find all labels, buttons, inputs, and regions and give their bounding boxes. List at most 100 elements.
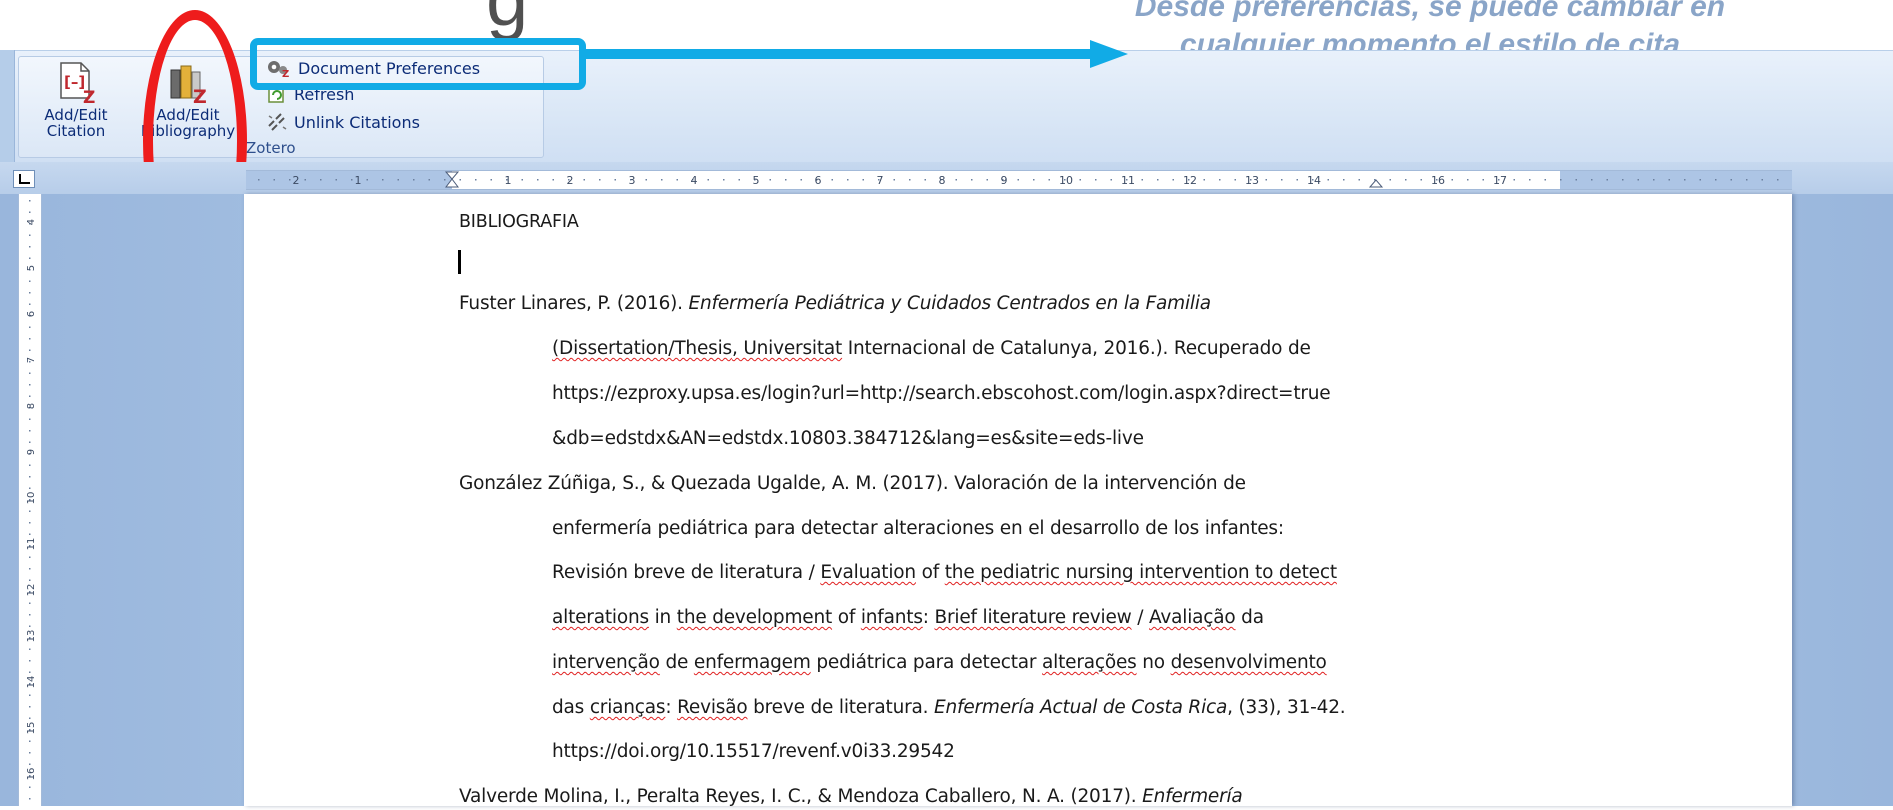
ruler-dot	[29, 579, 31, 581]
ruler-dot	[1668, 179, 1670, 181]
ribbon-edge	[0, 50, 15, 162]
ruler-number: 14	[1307, 174, 1321, 187]
ruler-dot	[1467, 179, 1469, 181]
entry-1-title: Enfermería Pediátrica y Cuidados Centrad…	[688, 293, 1212, 314]
zotero-group-label: Zotero	[246, 139, 296, 157]
tab-selector-button[interactable]	[13, 170, 35, 188]
ruler-number: 7	[877, 174, 884, 187]
ruler-dot	[29, 464, 31, 466]
add-edit-citation-button[interactable]: [–] Z Add/Edit Citation	[22, 60, 130, 139]
ruler-dot	[29, 292, 31, 294]
ruler-dot	[971, 179, 973, 181]
ruler-dot	[1172, 179, 1174, 181]
add-citation-icon: [–] Z	[60, 62, 95, 108]
ruler-number: 13	[26, 630, 37, 643]
ruler-dot	[29, 625, 31, 627]
ruler-dot	[1095, 179, 1097, 181]
ruler-dot	[785, 179, 787, 181]
ruler-dot	[661, 179, 663, 181]
ruler-dot	[1203, 179, 1205, 181]
ruler-dot	[1730, 179, 1732, 181]
ruler-dot	[29, 763, 31, 765]
ruler-dot	[738, 179, 740, 181]
ruler-number: 9	[26, 449, 37, 455]
ruler-dot	[583, 179, 585, 181]
entry-1-type: (Dissertation/Thesis	[552, 338, 732, 359]
ruler-dot	[847, 179, 849, 181]
ruler-dot	[29, 280, 31, 282]
right-indent-marker[interactable]	[1368, 179, 1384, 188]
ruler-dot	[1079, 179, 1081, 181]
ruler-number: 17	[1493, 174, 1507, 187]
entry-1-url-line-1[interactable]: https://ezproxy.upsa.es/login?url=http:/…	[552, 383, 1331, 404]
ruler-dot	[1746, 179, 1748, 181]
ruler-dot	[29, 349, 31, 351]
entry-1-url-line-2[interactable]: &db=edstdx&AN=edstdx.10803.384712&lang=e…	[552, 428, 1144, 449]
ruler-dot	[1048, 179, 1050, 181]
document-preferences-highlight	[250, 38, 586, 90]
ruler-dot	[1560, 179, 1562, 181]
vertical-ruler[interactable]: 4 5 6 7 8 9 10 11 12 13 14 15 16	[18, 194, 42, 806]
ruler-number: 6	[815, 174, 822, 187]
ruler-dot	[537, 179, 539, 181]
ruler-number: 15	[26, 722, 37, 735]
ruler-dot	[986, 179, 988, 181]
ruler-dot	[366, 179, 368, 181]
entry-2-line-6: das crianças: Revisão breve de literatur…	[552, 697, 1346, 718]
ruler-number: 8	[939, 174, 946, 187]
ruler-dot	[29, 303, 31, 305]
ruler-number: 13	[1245, 174, 1259, 187]
horizontal-ruler[interactable]: 2 1 1 2 3 4 5 6 7 8 9 10 11 12 13 14 16 17	[246, 170, 1792, 190]
entry-1-authors: Fuster Linares, P. (2016).	[459, 293, 689, 314]
ruler-number: 4	[26, 219, 37, 225]
unlink-citations-label: Unlink Citations	[294, 112, 420, 132]
ruler-dot	[1622, 179, 1624, 181]
ruler-dot	[29, 326, 31, 328]
ruler-dot	[335, 179, 337, 181]
first-line-indent-marker[interactable]	[444, 171, 460, 188]
ruler-dot	[862, 179, 864, 181]
unlink-icon	[268, 113, 287, 131]
bibliography-heading: BIBLIOGRAFIA	[459, 212, 579, 232]
unlink-citations-button[interactable]: Unlink Citations	[266, 112, 420, 132]
text-cursor	[458, 250, 461, 274]
ruler-dot	[1761, 179, 1763, 181]
ruler-dot	[29, 246, 31, 248]
ruler-dot	[29, 740, 31, 742]
ruler-number: 7	[26, 357, 37, 363]
ruler-dot	[320, 179, 322, 181]
entry-2-line-1: González Zúñiga, S., & Quezada Ugalde, A…	[459, 473, 1246, 494]
ruler-dot	[1017, 179, 1019, 181]
ruler-dot	[1591, 179, 1593, 181]
ruler-dot	[29, 706, 31, 708]
ruler-dot	[1389, 179, 1391, 181]
ruler-dot	[1699, 179, 1701, 181]
ruler-dot	[29, 372, 31, 374]
ruler-number: 5	[753, 174, 760, 187]
ruler-number: 16	[1431, 174, 1445, 187]
entry-1-line-2: (Dissertation/Thesis, Universitat Intern…	[552, 338, 1311, 359]
ruler-dot	[1777, 179, 1779, 181]
ruler-number: 6	[26, 311, 37, 317]
ruler-dot	[29, 533, 31, 535]
ruler-dot	[1343, 179, 1345, 181]
ruler-dot	[1141, 179, 1143, 181]
ruler-number: 11	[26, 538, 37, 551]
svg-text:Z: Z	[83, 88, 95, 104]
ruler-dot	[29, 395, 31, 397]
ruler-dot	[707, 179, 709, 181]
ruler-dot	[1606, 179, 1608, 181]
ruler-dot	[29, 648, 31, 650]
ruler-dot	[1482, 179, 1484, 181]
ruler-dot	[29, 522, 31, 524]
ruler-dot	[29, 418, 31, 420]
ruler-dot	[676, 179, 678, 181]
ruler-number: 2	[567, 174, 574, 187]
ruler-dot	[29, 430, 31, 432]
vertical-ruler-marks: 4 5 6 7 8 9 10 11 12 13 14 15 16	[26, 200, 37, 800]
ruler-number: 16	[26, 768, 37, 781]
entry-2-line-5: intervenção de enfermagem pediátrica par…	[552, 652, 1327, 673]
ruler-dot	[444, 179, 446, 181]
ruler-number: 10	[1059, 174, 1073, 187]
entry-2-doi[interactable]: https://doi.org/10.15517/revenf.v0i33.29…	[552, 741, 955, 762]
